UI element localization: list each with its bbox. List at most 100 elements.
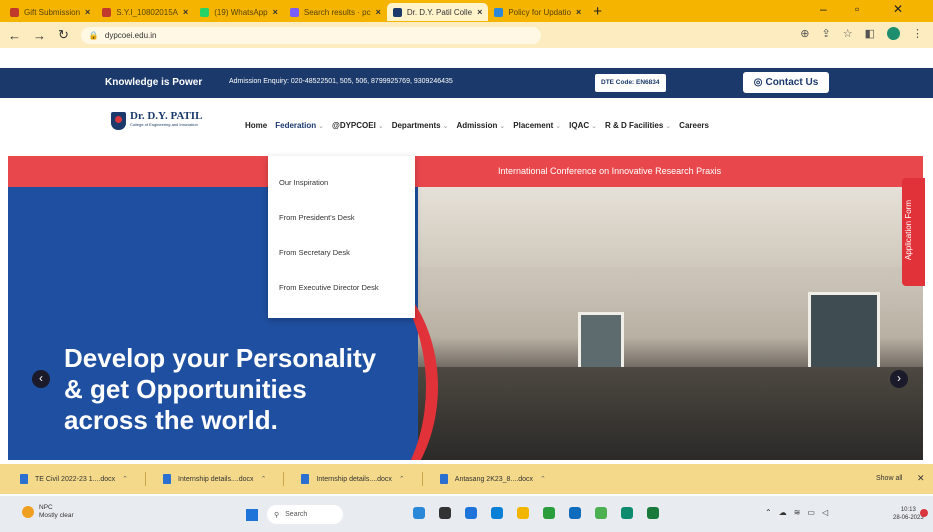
taskbar-app-icon[interactable] xyxy=(647,507,659,519)
nav-item-departments[interactable]: Departments ⌄ xyxy=(392,121,449,130)
conference-banner[interactable]: International Conference on Innovative R… xyxy=(8,156,923,187)
taskbar-clock[interactable]: 10:13 28-06-2023 xyxy=(893,506,924,522)
browser-tab[interactable]: Gift Submission × xyxy=(4,3,96,21)
nav-item-dypcoei[interactable]: @DYPCOEI ⌄ xyxy=(332,121,384,130)
slider-prev-icon[interactable]: ‹ xyxy=(32,370,50,388)
show-all-link[interactable]: Show all xyxy=(876,475,902,482)
chevron-up-icon[interactable]: ⌃ xyxy=(765,508,772,517)
nav-item-federation[interactable]: Federation ⌄ xyxy=(275,121,324,130)
browser-tab[interactable]: S.Y.I_10802015A × xyxy=(96,3,194,21)
browser-tab-active[interactable]: Dr. D.Y. Patil Colle × xyxy=(386,3,489,21)
back-arrow-icon[interactable]: ← xyxy=(8,28,21,43)
battery-icon[interactable]: ▭ xyxy=(807,508,815,517)
taskbar-app-icon[interactable] xyxy=(569,507,581,519)
download-item[interactable]: Antasang 2K23_8....docx ⌃ xyxy=(439,474,546,484)
close-icon[interactable]: × xyxy=(376,7,381,17)
cloud-icon[interactable]: ☁ xyxy=(779,508,787,517)
photo-window xyxy=(808,292,880,370)
chevron-up-icon[interactable]: ⌃ xyxy=(399,475,405,483)
address-bar[interactable]: 🔒 dypcoei.edu.in xyxy=(80,26,541,44)
volume-icon[interactable]: ◁ xyxy=(822,508,828,517)
nav-item-admission[interactable]: Admission ⌄ xyxy=(456,121,505,130)
taskbar-app-icon[interactable] xyxy=(595,507,607,519)
nav-item-iqac[interactable]: IQAC ⌄ xyxy=(569,121,597,130)
taskbar-search[interactable]: ⚲ Search xyxy=(267,505,343,524)
browser-tab-strip: Gift Submission × S.Y.I_10802015A × (19) W… xyxy=(0,0,933,22)
reload-icon[interactable]: ↻ xyxy=(58,27,69,43)
dropdown-item-presidents-desk[interactable]: From President's Desk xyxy=(279,213,415,248)
close-icon[interactable]: ✕ xyxy=(917,473,925,484)
browser-tab[interactable]: (19) WhatsApp × xyxy=(194,3,284,21)
download-item[interactable]: Internship details....docx ⌃ xyxy=(301,474,405,484)
profile-avatar[interactable] xyxy=(887,27,900,40)
sidebar-icon[interactable]: ◧ xyxy=(865,27,875,40)
dropdown-item-our-inspiration[interactable]: Our Inspiration xyxy=(279,178,415,213)
chevron-up-icon[interactable]: ⌃ xyxy=(122,475,128,483)
windows-start-icon[interactable] xyxy=(246,509,258,521)
contact-us-button[interactable]: ◎ Contact Us xyxy=(743,72,829,93)
logo-subtitle: College of Engineering and Innovation xyxy=(130,122,198,127)
chevron-up-icon[interactable]: ⌃ xyxy=(261,475,267,483)
browser-tab[interactable]: Search results · pc × xyxy=(284,3,387,21)
wifi-icon[interactable]: ≋ xyxy=(794,508,801,517)
divider xyxy=(283,472,285,486)
share-icon[interactable]: ⇪ xyxy=(822,27,831,40)
minimize-icon[interactable]: – xyxy=(820,2,827,16)
maximize-icon[interactable]: ▫ xyxy=(855,2,859,16)
taskbar-app-icon[interactable] xyxy=(439,507,451,519)
weather-temp: NPC xyxy=(39,504,53,511)
taskbar-app-icon[interactable] xyxy=(517,507,529,519)
chevron-down-icon: ⌄ xyxy=(591,123,598,130)
download-item[interactable]: Internship details....docx ⌃ xyxy=(163,474,266,484)
system-tray: ⌃ ☁ ≋ ▭ ◁ xyxy=(765,508,828,517)
nav-item-home[interactable]: Home xyxy=(245,121,267,130)
weather-widget[interactable]: NPC Mostly clear xyxy=(22,504,74,520)
forward-arrow-icon[interactable]: → xyxy=(33,28,46,43)
weather-desc: Mostly clear xyxy=(39,512,74,519)
browser-tab[interactable]: Policy for Updatio × xyxy=(488,3,587,21)
download-item[interactable]: TE Civil 2022-23 1....docx ⌃ xyxy=(20,474,128,484)
bookmark-star-icon[interactable]: ☆ xyxy=(843,27,853,40)
close-icon[interactable]: × xyxy=(273,7,278,17)
window-close-icon[interactable]: ✕ xyxy=(893,2,903,16)
nav-item-careers[interactable]: Careers xyxy=(679,121,709,130)
tab-favicon xyxy=(10,7,19,17)
notification-icon[interactable] xyxy=(920,509,928,517)
close-icon[interactable]: × xyxy=(183,7,188,17)
chevron-down-icon: ⌄ xyxy=(499,123,506,130)
college-logo[interactable]: Dr. D.Y. PATIL College of Engineering an… xyxy=(111,110,221,146)
application-form-label: Application Form xyxy=(904,199,913,261)
taskbar-app-icon[interactable] xyxy=(465,507,477,519)
nav-item-label: IQAC xyxy=(569,121,590,130)
photo-ceiling xyxy=(418,187,923,267)
tab-title: Dr. D.Y. Patil Colle xyxy=(406,7,473,17)
close-icon[interactable]: × xyxy=(85,7,90,17)
taskbar-app-icon[interactable] xyxy=(413,507,425,519)
main-nav: Home Federation ⌄ @DYPCOEI ⌄ Departments ⌄ Admi… xyxy=(245,121,709,130)
chevron-down-icon: ⌄ xyxy=(555,123,562,130)
menu-kebab-icon[interactable]: ⋮ xyxy=(912,27,923,40)
nav-item-r-d-facilities[interactable]: R & D Facilities ⌄ xyxy=(605,121,671,130)
chevron-down-icon: ⌄ xyxy=(318,123,325,130)
close-icon[interactable]: × xyxy=(477,7,482,17)
new-tab-plus-icon[interactable]: + xyxy=(593,3,602,20)
slider-next-icon[interactable]: › xyxy=(890,370,908,388)
dropdown-item-executive-director-desk[interactable]: From Executive Director Desk xyxy=(279,283,415,318)
taskbar-app-icon[interactable] xyxy=(621,507,633,519)
application-form-tab[interactable]: Application Form xyxy=(902,178,925,286)
windows-taskbar: NPC Mostly clear ⚲ Search ⌃ ☁ ≋ ▭ ◁ 10:1… xyxy=(0,496,933,532)
chevron-up-icon[interactable]: ⌃ xyxy=(540,475,546,483)
close-icon[interactable]: × xyxy=(576,7,581,17)
zoom-icon[interactable]: ⊕ xyxy=(800,27,809,40)
taskbar-app-icon[interactable] xyxy=(543,507,555,519)
nav-item-placement[interactable]: Placement ⌄ xyxy=(513,121,561,130)
site-info-bar: Knowledge is Power Admission Enquiry: 02… xyxy=(0,68,933,98)
tab-title: Policy for Updatio xyxy=(508,7,572,17)
taskbar-app-icon[interactable] xyxy=(491,507,503,519)
hero-slider: Develop your Personality & get Opportuni… xyxy=(8,187,923,460)
tab-favicon xyxy=(392,7,402,17)
dropdown-item-secretary-desk[interactable]: From Secretary Desk xyxy=(279,248,415,283)
nav-item-label: R & D Facilities xyxy=(605,121,664,130)
nav-item-label: Admission xyxy=(456,121,498,130)
download-filename: Internship details....docx xyxy=(178,475,254,483)
